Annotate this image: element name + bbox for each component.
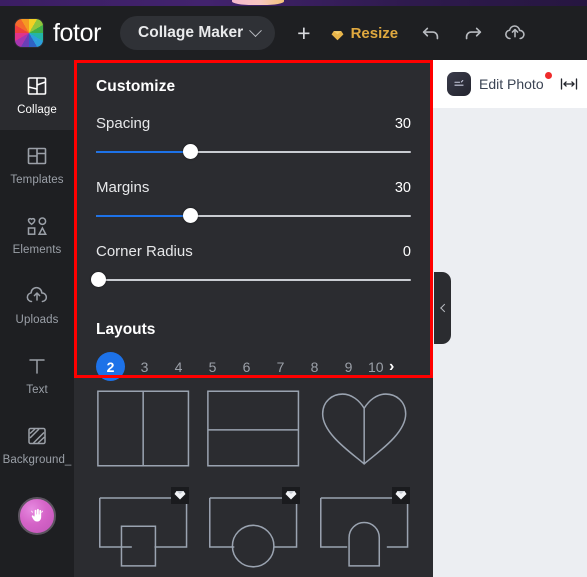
stage-toolbar: Edit Photo: [433, 60, 587, 108]
promo-decoration: [232, 0, 284, 5]
sidebar-item-collage[interactable]: Collage: [0, 60, 74, 130]
mode-selector-label: Collage Maker: [138, 24, 244, 41]
notification-dot: [544, 72, 552, 79]
layout-thumb-frame-with-square[interactable]: [96, 486, 190, 573]
assistant-hand-button[interactable]: [18, 497, 56, 535]
sidebar-item-label: Background_: [2, 454, 72, 466]
sidebar-item-label: Text: [26, 384, 48, 396]
layout-thumb-frame-with-arch[interactable]: [317, 486, 411, 573]
layout-thumbnails-grid: [74, 376, 433, 577]
slider-group-spacing: Spacing 30: [96, 115, 411, 160]
slider-label: Corner Radius: [96, 243, 193, 260]
slider-fill: [96, 215, 191, 217]
layout-thumb-heart-split[interactable]: [317, 386, 411, 471]
background-hatch-icon: [25, 424, 49, 448]
fotor-logo-icon[interactable]: [14, 18, 44, 48]
layout-thumb-two-column-split[interactable]: [96, 386, 190, 471]
app-header: fotor Collage Maker + Resize: [0, 6, 587, 60]
sidebar-item-elements[interactable]: Elements: [0, 200, 74, 270]
slider-value: 30: [394, 116, 411, 132]
slider-track: [96, 279, 411, 281]
layouts-title: Layouts: [96, 321, 156, 338]
slider-group-corner-radius: Corner Radius 0: [90, 243, 411, 288]
slider-thumb[interactable]: [183, 208, 198, 223]
left-sidebar: Collage Templates Elements Uploads Text …: [0, 60, 74, 577]
cloud-upload-icon[interactable]: [504, 22, 526, 44]
resize-label: Resize: [350, 24, 399, 42]
sidebar-item-label: Templates: [10, 174, 64, 186]
margins-slider[interactable]: [96, 208, 411, 224]
shapes-icon: [25, 214, 49, 238]
sidebar-item-templates[interactable]: Templates: [0, 130, 74, 200]
photo-edit-icon[interactable]: [447, 72, 471, 96]
mode-selector-collage-maker[interactable]: Collage Maker: [120, 16, 276, 50]
text-t-icon: [25, 354, 49, 378]
chevron-right-icon[interactable]: ›: [389, 358, 394, 376]
premium-badge: [171, 486, 190, 504]
redo-arrow-icon[interactable]: [462, 22, 484, 44]
sidebar-item-text[interactable]: Text: [0, 340, 74, 410]
chevron-left-icon: [439, 303, 449, 313]
collage-grid-icon: [25, 74, 49, 98]
edit-photo-button[interactable]: Edit Photo: [479, 72, 552, 92]
corner-radius-slider[interactable]: [90, 272, 411, 288]
sidebar-item-label: Elements: [12, 244, 62, 256]
slider-label: Margins: [96, 179, 150, 196]
gem-icon: [285, 491, 297, 500]
slider-group-margins: Margins 30: [96, 179, 411, 224]
gem-icon: [174, 491, 186, 500]
sidebar-item-label: Collage: [17, 104, 57, 116]
layout-thumb-frame-with-circle[interactable]: [206, 486, 300, 573]
sidebar-item-background[interactable]: Background_: [0, 410, 74, 480]
cloud-upload-icon: [25, 284, 49, 308]
sidebar-item-label: Uploads: [15, 314, 59, 326]
chevron-down-icon: [249, 23, 263, 37]
panel-collapse-handle[interactable]: [434, 272, 451, 344]
slider-fill: [96, 151, 191, 153]
panel-title: Customize: [96, 78, 176, 95]
undo-arrow-icon[interactable]: [420, 22, 442, 44]
slider-thumb[interactable]: [90, 272, 106, 287]
gem-icon: [331, 28, 344, 40]
slider-value: 30: [394, 180, 411, 196]
canvas-stage: Edit Photo: [433, 60, 587, 577]
app-root: fotor Collage Maker + Resize Collage Tem…: [0, 0, 587, 577]
templates-grid-icon: [25, 144, 49, 168]
resize-button[interactable]: Resize: [331, 24, 399, 42]
customize-panel: Customize Spacing 30 Margins 30 Corner R…: [74, 60, 433, 577]
premium-badge: [392, 486, 410, 504]
hand-pan-icon: [31, 508, 43, 522]
add-button[interactable]: +: [297, 21, 310, 45]
slider-label: Spacing: [96, 115, 151, 132]
premium-badge: [281, 486, 300, 504]
gem-icon: [395, 491, 407, 500]
edit-photo-label: Edit Photo: [479, 76, 544, 92]
slider-thumb[interactable]: [183, 144, 198, 159]
slider-value: 0: [402, 244, 411, 260]
layout-thumb-two-row-split[interactable]: [206, 386, 300, 471]
width-resize-icon[interactable]: [559, 76, 579, 92]
brand-name: fotor: [53, 18, 102, 47]
sidebar-item-uploads[interactable]: Uploads: [0, 270, 74, 340]
spacing-slider[interactable]: [96, 144, 411, 160]
